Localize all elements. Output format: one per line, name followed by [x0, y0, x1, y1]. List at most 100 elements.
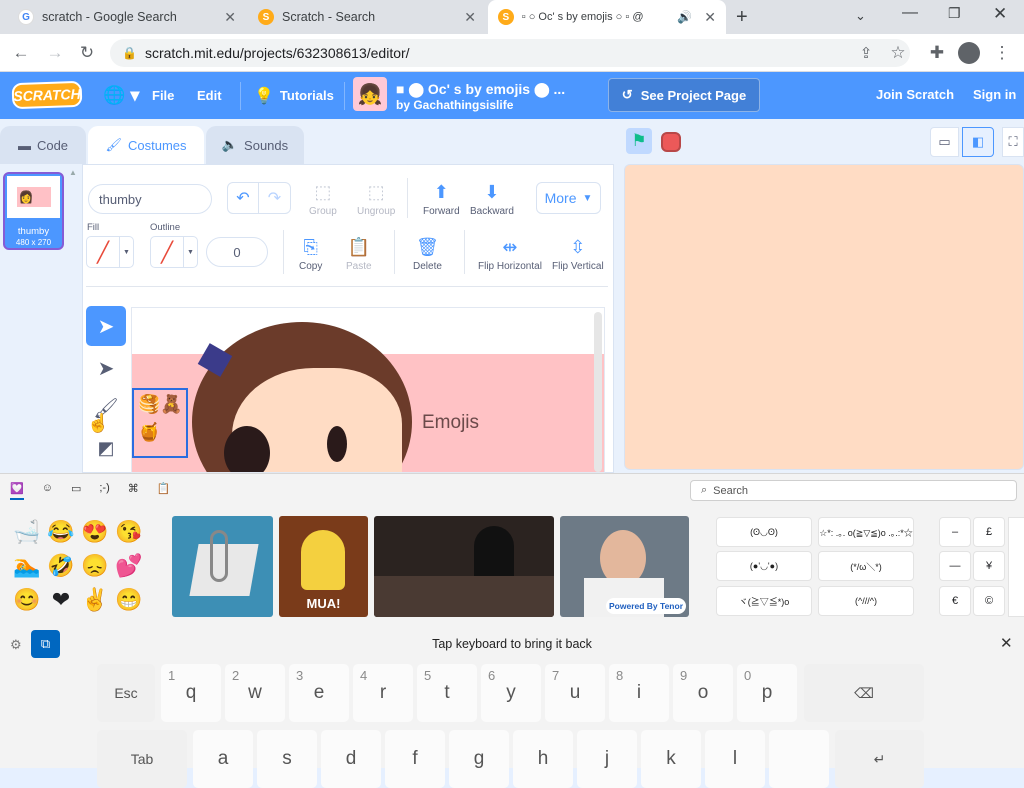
key[interactable]: 9o: [673, 664, 733, 722]
recent-heart-icon[interactable]: 💟: [10, 482, 24, 495]
heart-eyes-emoji[interactable]: 😍: [80, 517, 110, 547]
tab-sounds[interactable]: 🔈 Sounds: [206, 126, 304, 164]
delete-button[interactable]: 🗑 Delete: [413, 237, 442, 272]
see-project-page-button[interactable]: ↺ See Project Page: [608, 78, 760, 112]
key[interactable]: 3e: [289, 664, 349, 722]
normal-stage-icon[interactable]: ◧: [962, 127, 994, 157]
key[interactable]: 4r: [353, 664, 413, 722]
victory-hand-emoji[interactable]: ✌: [80, 585, 110, 615]
paste-button[interactable]: 📋 Paste: [346, 237, 372, 272]
backspace-key[interactable]: ⌫: [804, 664, 924, 722]
file-menu[interactable]: File: [152, 72, 174, 119]
select-tool-icon[interactable]: ➤: [86, 306, 126, 346]
fill-color-picker[interactable]: ╱ ▼: [86, 236, 134, 268]
key[interactable]: f: [385, 730, 445, 788]
copy-button[interactable]: ⎘ Copy: [299, 237, 322, 272]
url-bar[interactable]: 🔒 scratch.mit.edu/projects/632308613/edi…: [110, 39, 910, 67]
key[interactable]: 1q: [161, 664, 221, 722]
sad-emoji[interactable]: 😞: [80, 551, 110, 581]
tutorials-button[interactable]: 💡 Tutorials: [254, 72, 334, 119]
kaomoji-item[interactable]: ☆*: .｡. o(≧▽≦)o .｡.:*☆: [818, 517, 914, 547]
project-title[interactable]: ■ ⬤ Oc' s by emojis ⬤ ...: [396, 81, 565, 98]
key[interactable]: 6y: [481, 664, 541, 722]
key[interactable]: 7u: [545, 664, 605, 722]
kaomoji-item[interactable]: (*/ω＼*): [818, 551, 914, 581]
eraser-tool-icon[interactable]: ◩: [86, 430, 126, 466]
keyboard-dock-icon[interactable]: ⧉: [31, 630, 60, 658]
project-author[interactable]: by Gachathingsislife: [396, 98, 513, 112]
settings-gear-icon[interactable]: ⚙: [10, 637, 22, 653]
stage-canvas[interactable]: [624, 164, 1024, 470]
more-dropdown[interactable]: More ▼: [536, 182, 601, 214]
costume-card[interactable]: 1 👩 thumby 480 x 270: [3, 172, 64, 250]
paint-canvas[interactable]: 🥞🧸 🍯 Emojis: [131, 307, 605, 473]
key[interactable]: 0p: [737, 664, 797, 722]
small-stage-icon[interactable]: ▭: [930, 127, 959, 157]
redo-icon[interactable]: ↷: [259, 183, 290, 213]
sign-in-link[interactable]: Sign in: [973, 87, 1016, 102]
flip-vertical-button[interactable]: ⇳ Flip Vertical: [552, 237, 604, 272]
swimmer-emoji[interactable]: 🏊: [12, 551, 42, 581]
close-panel-icon[interactable]: ✕: [1000, 634, 1013, 652]
back-icon[interactable]: ←: [10, 42, 32, 64]
fullscreen-icon[interactable]: ⛶: [1002, 127, 1024, 157]
kaomoji-item[interactable]: (●'◡'●): [716, 551, 812, 581]
browser-tab-google[interactable]: G scratch - Google Search ✕: [8, 0, 246, 34]
key[interactable]: s: [257, 730, 317, 788]
green-flag-icon[interactable]: ⚑: [626, 128, 652, 154]
key-apostrophe[interactable]: [769, 730, 829, 788]
gif-icon[interactable]: ▭: [71, 482, 81, 495]
gif-clippy[interactable]: [172, 516, 273, 617]
share-icon[interactable]: ⇪: [855, 42, 877, 64]
edit-menu[interactable]: Edit: [197, 72, 222, 119]
close-tab-icon[interactable]: ✕: [464, 9, 476, 26]
close-tab-icon[interactable]: ✕: [704, 9, 716, 26]
close-tab-icon[interactable]: ✕: [224, 9, 236, 26]
minimize-icon[interactable]: —: [902, 4, 918, 22]
gif-minion[interactable]: MUA!: [279, 516, 368, 617]
tab-code[interactable]: ▬ Code: [0, 126, 86, 164]
kaomoji-icon[interactable]: ;-): [99, 482, 109, 495]
emoji-selection-box[interactable]: 🥞🧸 🍯: [132, 388, 188, 458]
new-tab-icon[interactable]: +: [736, 6, 748, 29]
kaomoji-item[interactable]: ヾ(≧▽≦*)o: [716, 586, 812, 616]
window-close-icon[interactable]: ✕: [993, 4, 1007, 24]
key[interactable]: k: [641, 730, 701, 788]
scroll-up-icon[interactable]: ▲: [69, 168, 77, 177]
outline-color-picker[interactable]: ╱ ▼: [150, 236, 198, 268]
emoji-smile-icon[interactable]: ☺: [42, 482, 53, 495]
smile-emoji[interactable]: 😊: [12, 585, 42, 615]
tears-of-joy-emoji[interactable]: 😂: [46, 517, 76, 547]
tab-costumes[interactable]: 🖌 Costumes: [88, 126, 204, 164]
symbol-item[interactable]: –: [939, 517, 971, 547]
key-esc[interactable]: Esc: [97, 664, 155, 722]
gif-audience[interactable]: [374, 516, 554, 617]
scratch-logo[interactable]: SCRATCH: [11, 80, 83, 110]
browser-tab-project[interactable]: S ▫ ○ Oc' s by emojis ○ ▫ @ 🔊 ✕: [488, 0, 726, 34]
symbol-item[interactable]: —: [939, 551, 971, 581]
two-hearts-emoji[interactable]: 💕: [114, 551, 144, 581]
key[interactable]: h: [513, 730, 573, 788]
tab-search-chevron-icon[interactable]: ⌄: [855, 8, 866, 24]
clipboard-icon[interactable]: 📋: [157, 482, 171, 495]
join-scratch-link[interactable]: Join Scratch: [876, 87, 954, 102]
kaomoji-item[interactable]: (ʘ◡ʘ): [716, 517, 812, 547]
symbol-item[interactable]: €: [939, 586, 971, 616]
symbol-item[interactable]: £: [973, 517, 1005, 547]
symbol-item[interactable]: ©: [973, 586, 1005, 616]
profile-avatar[interactable]: [958, 42, 980, 64]
browser-menu-icon[interactable]: ⋮: [991, 42, 1013, 64]
browser-tab-scratch-search[interactable]: S Scratch - Search ✕: [248, 0, 486, 34]
bookmark-star-icon[interactable]: ☆: [887, 42, 909, 64]
rofl-emoji[interactable]: 🤣: [46, 551, 76, 581]
reshape-tool-icon[interactable]: ➤: [86, 348, 126, 388]
key-tab[interactable]: Tab: [97, 730, 187, 788]
gif-excited-man[interactable]: Powered By Tenor: [560, 516, 689, 617]
key[interactable]: 5t: [417, 664, 477, 722]
emoji-search-input[interactable]: ⌕ Search: [690, 480, 1017, 501]
stop-sign-icon[interactable]: [661, 132, 681, 152]
group-button[interactable]: ⬚ Group: [309, 182, 337, 217]
bathtub-emoji[interactable]: 🛁: [12, 517, 42, 547]
kiss-emoji[interactable]: 😘: [114, 517, 144, 547]
forward-button[interactable]: ⬆ Forward: [423, 182, 460, 217]
